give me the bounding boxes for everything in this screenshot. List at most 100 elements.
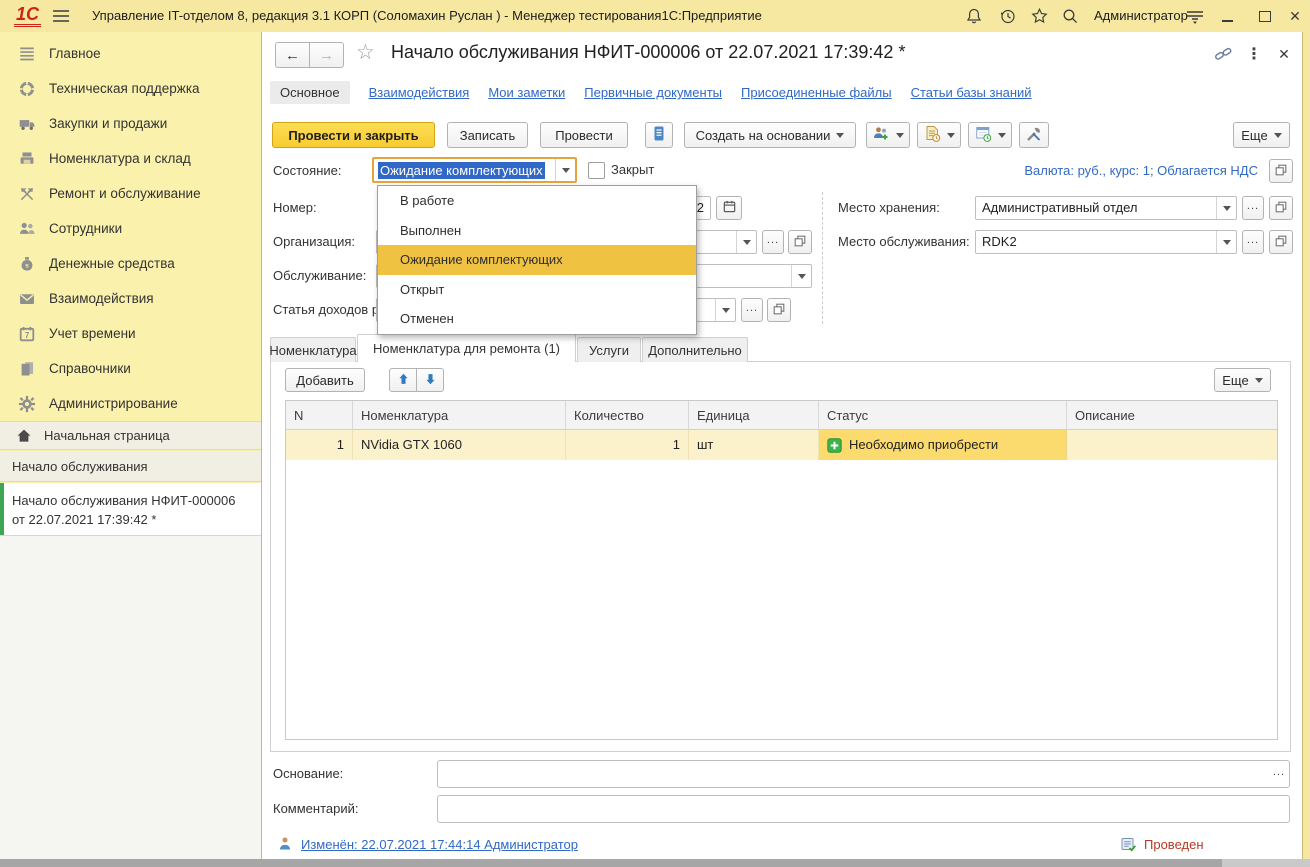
nav-link-primary-docs[interactable]: Первичные документы xyxy=(584,85,722,100)
sidebar-item-purchases[interactable]: Закупки и продажи xyxy=(0,106,261,141)
tab-services[interactable]: Услуги xyxy=(577,337,641,362)
header-more-button[interactable]: Еще xyxy=(1233,122,1290,148)
service-place-open-button[interactable] xyxy=(1269,230,1293,254)
tab-nomenclature-repair[interactable]: Номенклатура для ремонта (1) xyxy=(357,334,576,362)
column-header[interactable]: N xyxy=(286,401,353,430)
sidebar-item-employees[interactable]: Сотрудники xyxy=(0,211,261,246)
dropdown-arrow-icon[interactable] xyxy=(715,299,735,321)
organization-choose-button[interactable] xyxy=(762,230,784,254)
sidebar-item-main[interactable]: Главное xyxy=(0,36,261,71)
nav-link-notes[interactable]: Мои заметки xyxy=(488,85,565,100)
close-form-icon[interactable] xyxy=(1274,44,1294,64)
cell-line-number[interactable]: 1 xyxy=(286,430,353,460)
sidebar-item-money[interactable]: s Денежные средства xyxy=(0,246,261,281)
reason-choose-button[interactable] xyxy=(1269,761,1289,787)
current-user[interactable]: Администратор xyxy=(1094,0,1188,32)
history-icon[interactable] xyxy=(996,7,1020,25)
hamburger-icon[interactable] xyxy=(50,7,72,25)
closed-checkbox-label[interactable]: Закрыт xyxy=(611,158,654,182)
more-dots-icon[interactable] xyxy=(1246,44,1262,64)
comment-field[interactable] xyxy=(437,795,1290,823)
state-option[interactable]: Отменен xyxy=(378,304,696,334)
add-row-button[interactable]: Добавить xyxy=(285,368,365,392)
register-records-button[interactable] xyxy=(645,122,673,148)
back-button[interactable] xyxy=(275,42,310,68)
state-option[interactable]: В работе xyxy=(378,186,696,216)
state-dropdown-button[interactable] xyxy=(555,159,575,181)
service-place-choose-button[interactable] xyxy=(1242,230,1264,254)
sidebar-item-repair[interactable]: Ремонт и обслуживание xyxy=(0,176,261,211)
sidebar-tab-doc-list[interactable]: Начало обслуживания xyxy=(0,451,261,482)
sidebar-item-warehouse[interactable]: Номенклатура и склад xyxy=(0,141,261,176)
sidebar-item-interactions[interactable]: Взаимодействия xyxy=(0,281,261,316)
post-and-close-button[interactable]: Провести и закрыть xyxy=(272,122,435,148)
income-item-choose-button[interactable] xyxy=(741,298,763,322)
currency-info-link[interactable]: Валюта: руб., курс: 1; Облагается НДС xyxy=(850,163,1258,178)
cell-description[interactable] xyxy=(1067,430,1277,460)
timesheet-section-icon: 7 xyxy=(18,325,36,343)
reason-field[interactable] xyxy=(437,760,1290,788)
document-clock-button[interactable] xyxy=(917,122,961,148)
state-option[interactable]: Выполнен xyxy=(378,216,696,246)
move-down-button[interactable] xyxy=(416,368,444,392)
sidebar-item-support[interactable]: Техническая поддержка xyxy=(0,71,261,106)
nav-link-attached-files[interactable]: Присоединенные файлы xyxy=(741,85,892,100)
storage-place-open-button[interactable] xyxy=(1269,196,1293,220)
move-up-button[interactable] xyxy=(389,368,417,392)
sidebar-item-timesheet[interactable]: 7 Учет времени xyxy=(0,316,261,351)
bell-icon[interactable] xyxy=(962,7,986,25)
tab-additional[interactable]: Дополнительно xyxy=(642,337,748,362)
closed-checkbox[interactable] xyxy=(588,162,605,179)
maximize-icon[interactable] xyxy=(1250,0,1280,32)
column-header[interactable]: Номенклатура xyxy=(353,401,566,430)
dropdown-arrow-icon[interactable] xyxy=(736,231,756,253)
create-user-button[interactable] xyxy=(866,122,910,148)
save-button[interactable]: Записать xyxy=(447,122,528,148)
sidebar-tab-home[interactable]: Начальная страница xyxy=(0,421,261,450)
settings-wrench-button[interactable] xyxy=(1019,122,1049,148)
forward-button[interactable] xyxy=(309,42,344,68)
nav-link-interactions[interactable]: Взаимодействия xyxy=(369,85,470,100)
income-item-open-button[interactable] xyxy=(767,298,791,322)
state-option[interactable]: Открыт xyxy=(378,275,696,305)
sidebar-tab-active-document[interactable]: Начало обслуживания НФИТ-000006 от 22.07… xyxy=(0,483,261,536)
dropdown-arrow-icon[interactable] xyxy=(1216,197,1236,219)
star-outline-icon[interactable] xyxy=(356,40,375,65)
column-header[interactable]: Единица измерения xyxy=(689,401,819,430)
sidebar-item-administration[interactable]: Администрирование xyxy=(0,386,261,421)
horizontal-scrollbar-thumb[interactable] xyxy=(0,859,1222,867)
favorites-star-icon[interactable] xyxy=(1027,7,1051,25)
post-button[interactable]: Провести xyxy=(540,122,628,148)
organization-open-button[interactable] xyxy=(788,230,812,254)
dropdown-arrow-icon[interactable] xyxy=(1216,231,1236,253)
storage-place-choose-button[interactable] xyxy=(1242,196,1264,220)
close-icon[interactable] xyxy=(1280,0,1310,32)
sidebar-item-references[interactable]: Справочники xyxy=(0,351,261,386)
nav-link-kb-articles[interactable]: Статьи базы знаний xyxy=(911,85,1032,100)
currency-open-button[interactable] xyxy=(1269,159,1293,183)
dropdown-arrow-icon[interactable] xyxy=(791,265,811,287)
storage-place-field[interactable]: Административный отдел xyxy=(975,196,1237,220)
nav-tab-main[interactable]: Основное xyxy=(270,81,350,104)
column-header[interactable]: Статус xyxy=(819,401,1067,430)
search-icon[interactable] xyxy=(1058,7,1082,25)
cell-status[interactable]: Необходимо приобрести xyxy=(819,430,1067,460)
cell-unit[interactable]: шт xyxy=(689,430,819,460)
minimize-icon[interactable] xyxy=(1212,0,1242,32)
cell-nomenclature[interactable]: NVidia GTX 1060 xyxy=(353,430,566,460)
modified-link[interactable]: Изменён: 22.07.2021 17:44:14 Администрат… xyxy=(301,837,578,852)
service-place-field[interactable]: RDK2 xyxy=(975,230,1237,254)
calendar-button[interactable] xyxy=(716,196,742,220)
state-option-selected[interactable]: Ожидание комплектующих xyxy=(378,245,696,275)
report-clock-button[interactable] xyxy=(968,122,1012,148)
tab-nomenclature[interactable]: Номенклатура xyxy=(270,337,356,362)
link-icon[interactable] xyxy=(1212,44,1234,64)
column-header[interactable]: Количество xyxy=(566,401,689,430)
create-based-on-button[interactable]: Создать на основании xyxy=(684,122,856,148)
table-more-button[interactable]: Еще xyxy=(1214,368,1271,392)
horizontal-scrollbar-track[interactable] xyxy=(1222,859,1310,867)
service-menu-icon[interactable] xyxy=(1182,7,1208,25)
state-combobox[interactable]: Ожидание комплектующих xyxy=(372,157,577,183)
cell-quantity[interactable]: 1 xyxy=(566,430,689,460)
column-header[interactable]: Описание xyxy=(1067,401,1277,430)
